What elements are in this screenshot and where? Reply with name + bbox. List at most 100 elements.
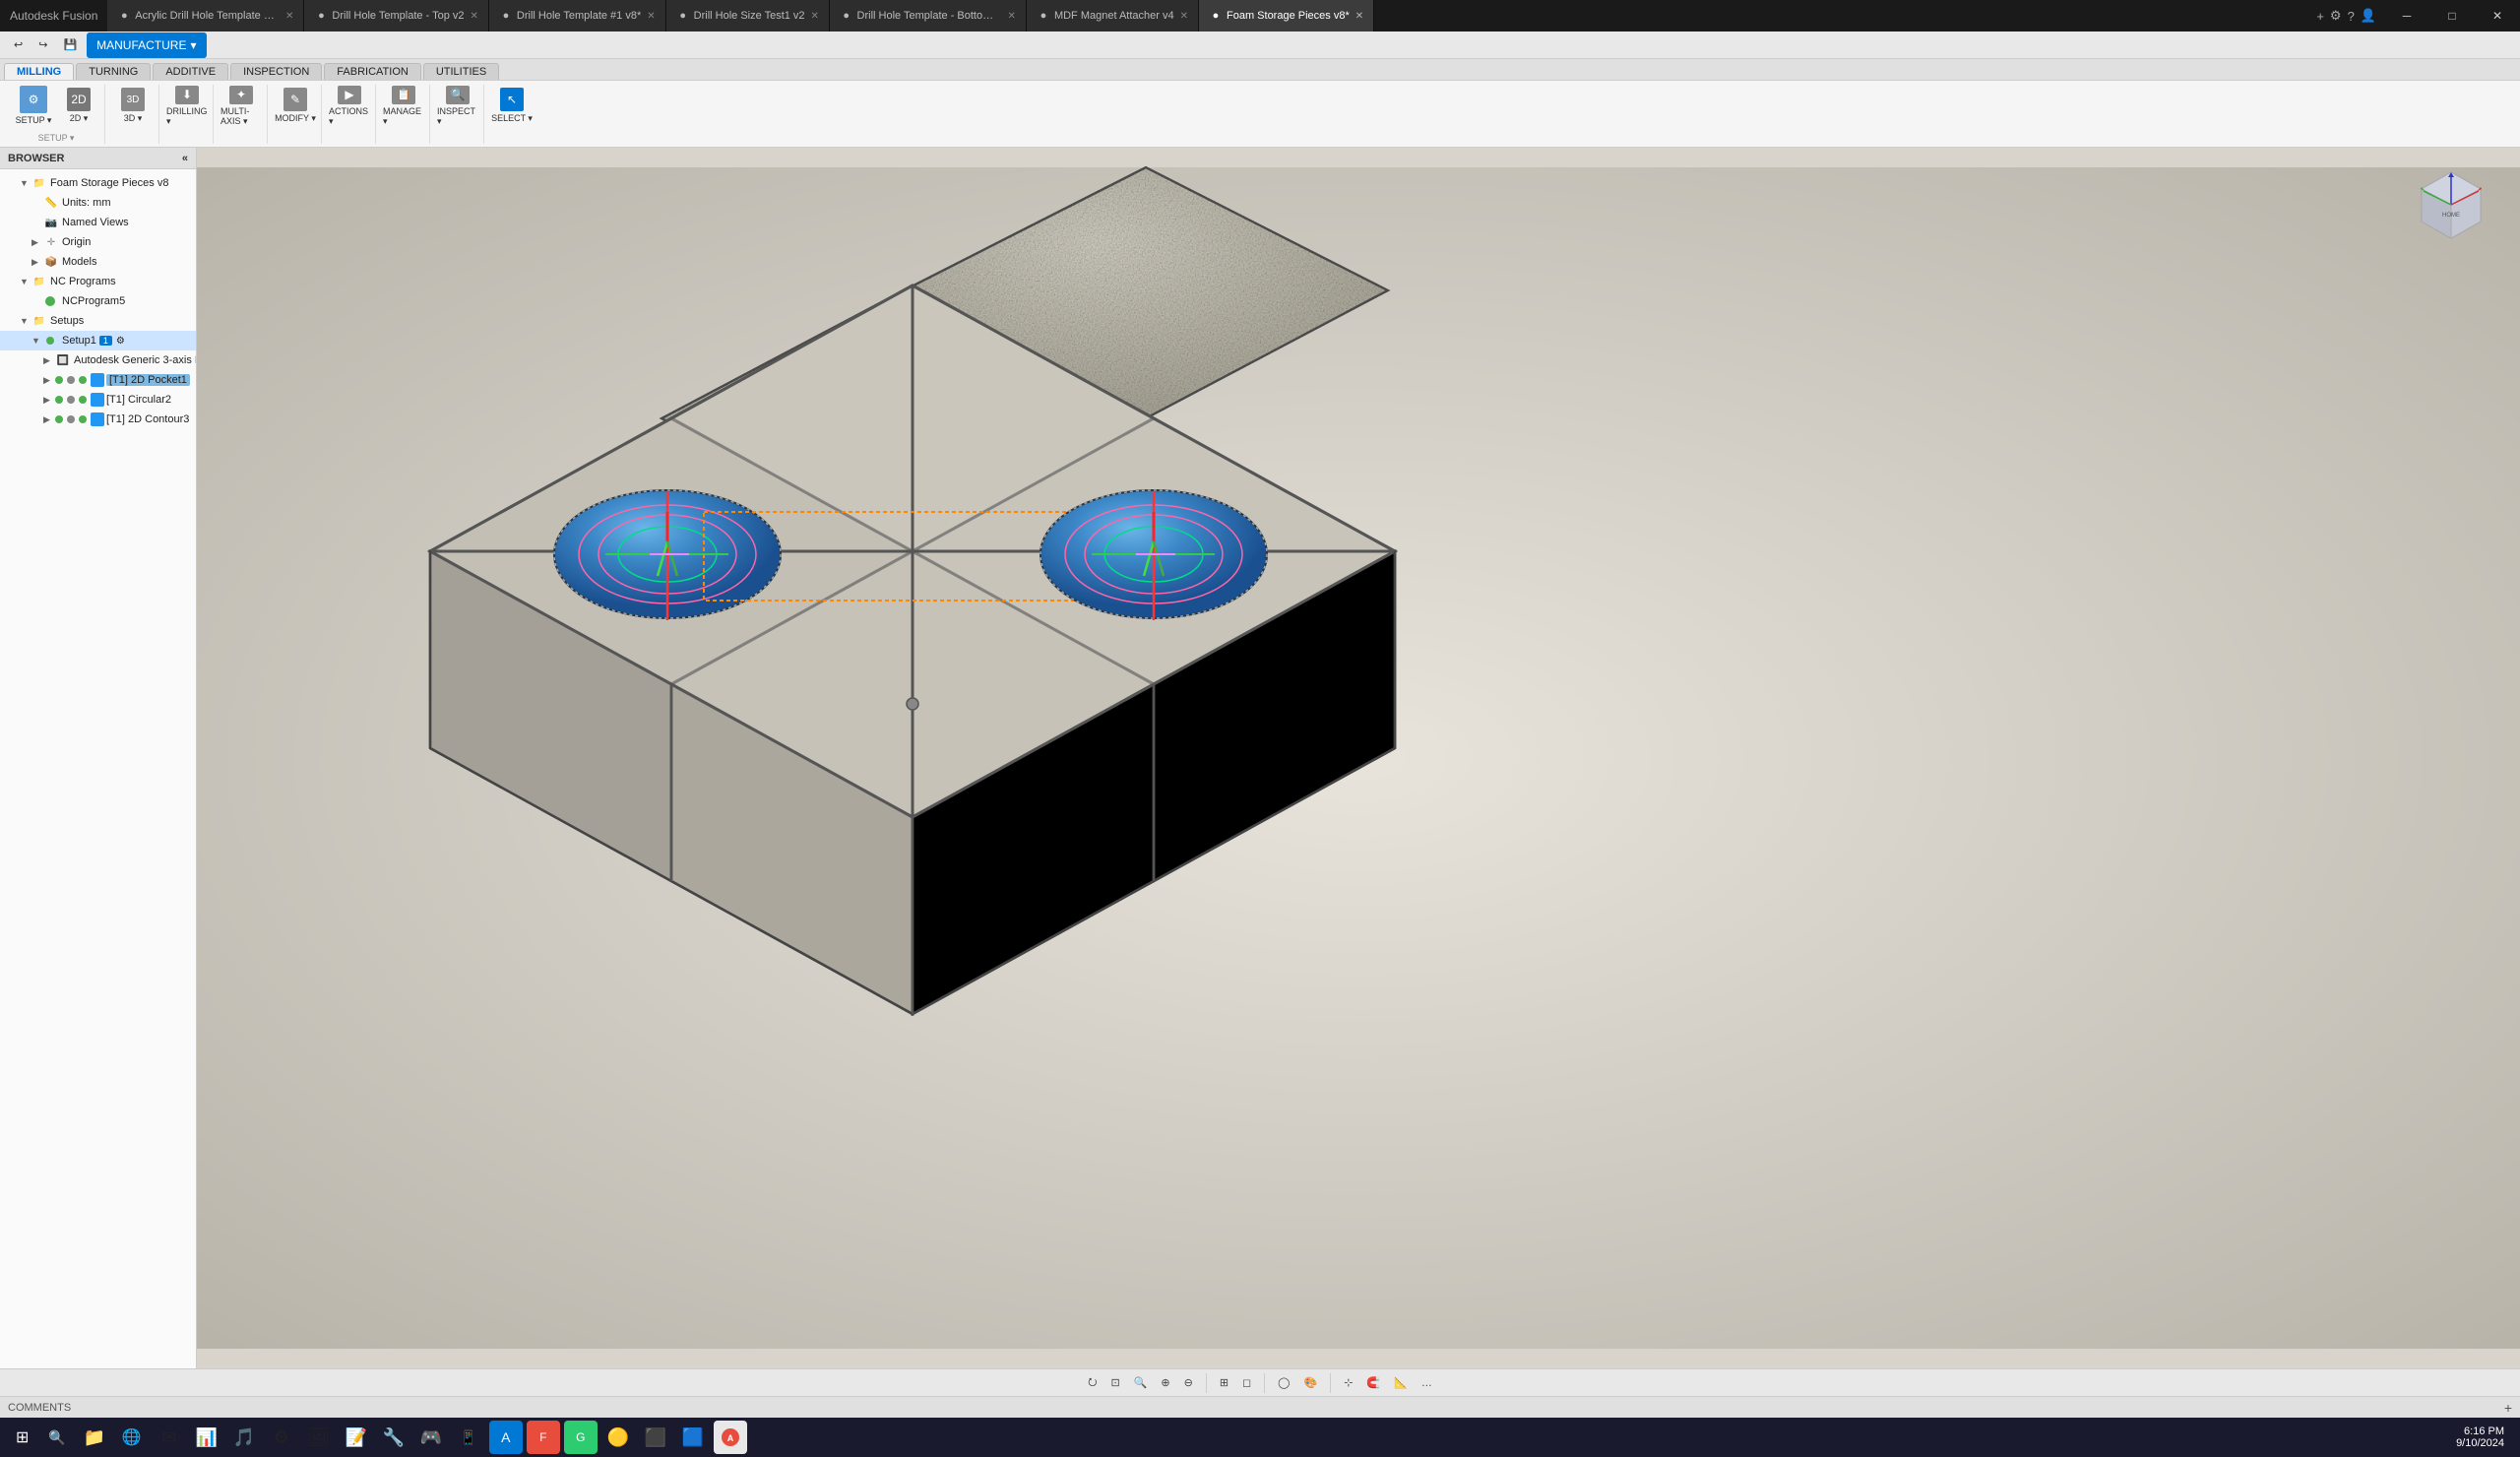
taskbar-photos[interactable]: 🖼 bbox=[302, 1421, 336, 1454]
bottom-toolbar: ⭮ ⊡ 🔍 ⊕ ⊖ ⊞ ◻ ◯ 🎨 ⊹ 🧲 📐 … bbox=[0, 1368, 2520, 1396]
taskbar-app7[interactable]: 🟦 bbox=[676, 1421, 710, 1454]
models-icon: 📦 bbox=[43, 254, 59, 270]
tree-generic-3axis[interactable]: ▶ 🔲 Autodesk Generic 3-axis R... bbox=[0, 350, 196, 370]
taskbar-games[interactable]: 🎮 bbox=[414, 1421, 448, 1454]
shading-button[interactable]: ◻ bbox=[1237, 1372, 1256, 1394]
3d-button[interactable]: 3D 3D ▾ bbox=[111, 85, 155, 128]
manufacture-dropdown[interactable]: MANUFACTURE ▾ bbox=[87, 32, 206, 58]
drilling-button[interactable]: ⬇ DRILLING ▾ bbox=[165, 85, 209, 128]
account-icon[interactable]: 👤 bbox=[2361, 8, 2376, 24]
viewcube[interactable]: HOME bbox=[2412, 167, 2490, 246]
ncprogram-icon bbox=[43, 293, 59, 309]
tab-utilities[interactable]: UTILITIES bbox=[423, 63, 499, 80]
tab-additive[interactable]: ADDITIVE bbox=[153, 63, 228, 80]
2d-button[interactable]: 2D 2D ▾ bbox=[57, 85, 100, 128]
help-icon[interactable]: ? bbox=[2348, 9, 2355, 24]
display-mode-button[interactable]: ⊞ bbox=[1215, 1372, 1233, 1394]
minimize-button[interactable]: ─ bbox=[2384, 0, 2429, 32]
comments-add-icon[interactable]: + bbox=[2504, 1400, 2512, 1416]
tab-fabrication[interactable]: FABRICATION bbox=[324, 63, 421, 80]
grid-button[interactable]: ⊹ bbox=[1339, 1372, 1357, 1394]
more-button[interactable]: … bbox=[1417, 1372, 1437, 1394]
taskbar-app5[interactable]: 🟡 bbox=[601, 1421, 635, 1454]
tree-2dcontour3[interactable]: ▶ [T1] 2D Contour3 bbox=[0, 410, 196, 429]
redo-button[interactable]: ↪ bbox=[32, 34, 53, 56]
search-button[interactable]: 🔍 bbox=[40, 1421, 73, 1454]
select-button[interactable]: ↖ SELECT ▾ bbox=[490, 85, 534, 128]
inspect-button[interactable]: 🔍 INSPECT ▾ bbox=[436, 85, 479, 128]
tree-named-views[interactable]: 📷 Named Views bbox=[0, 213, 196, 232]
taskbar-app1[interactable]: 📱 bbox=[452, 1421, 485, 1454]
measure-button[interactable]: 📐 bbox=[1389, 1372, 1413, 1394]
undo-button[interactable]: ↩ bbox=[8, 34, 29, 56]
browser-panel: BROWSER « ▼ 📁 Foam Storage Pieces v8 📏 U… bbox=[0, 148, 197, 1368]
effects-button[interactable]: 🎨 bbox=[1298, 1372, 1322, 1394]
toolbar-group-setup: ⚙ SETUP ▾ 2D 2D ▾ SETUP ▾ bbox=[8, 85, 105, 144]
tab-milling[interactable]: MILLING bbox=[4, 63, 74, 80]
tab-5[interactable]: ●Drill Hole Template - Bottom v9✕ bbox=[830, 0, 1027, 32]
taskbar-app2[interactable]: A bbox=[489, 1421, 523, 1454]
folder-icon: 📁 bbox=[32, 175, 47, 191]
taskbar-music[interactable]: 🎵 bbox=[227, 1421, 261, 1454]
app-logo: Autodesk Fusion bbox=[0, 9, 107, 23]
tree-origin[interactable]: ▶ ✛ Origin bbox=[0, 232, 196, 252]
settings-icon[interactable]: ⚙ bbox=[2330, 8, 2342, 24]
tree-units[interactable]: 📏 Units: mm bbox=[0, 193, 196, 213]
taskbar-app6[interactable]: ⬛ bbox=[639, 1421, 672, 1454]
taskbar-excel[interactable]: 📊 bbox=[190, 1421, 223, 1454]
save-button[interactable]: 💾 bbox=[57, 34, 83, 56]
browser-collapse-icon[interactable]: « bbox=[182, 153, 188, 164]
tab-7-active[interactable]: ●Foam Storage Pieces v8*✕ bbox=[1199, 0, 1374, 32]
maximize-button[interactable]: □ bbox=[2429, 0, 2475, 32]
tab-1[interactable]: ●Acrylic Drill Hole Template v19✕ bbox=[107, 0, 304, 32]
tree-root[interactable]: ▼ 📁 Foam Storage Pieces v8 bbox=[0, 173, 196, 193]
title-bar: Autodesk Fusion ●Acrylic Drill Hole Temp… bbox=[0, 0, 2520, 32]
scene-3d bbox=[197, 148, 2520, 1368]
orbit-button[interactable]: ⭮ bbox=[1083, 1372, 1102, 1394]
taskbar-tools[interactable]: 🔧 bbox=[377, 1421, 410, 1454]
windows-taskbar: ⊞ 🔍 📁 🌐 ✉ 📊 🎵 ⚙ 🖼 📝 🔧 🎮 📱 A F G 🟡 ⬛ 🟦 A … bbox=[0, 1418, 2520, 1457]
actions-button[interactable]: ▶ ACTIONS ▾ bbox=[328, 85, 371, 128]
tree-setup1[interactable]: ▼ Setup1 1 ⚙ bbox=[0, 331, 196, 350]
tab-4[interactable]: ●Drill Hole Size Test1 v2✕ bbox=[666, 0, 830, 32]
taskbar-app3[interactable]: F bbox=[527, 1421, 560, 1454]
taskbar-edge[interactable]: 🌐 bbox=[115, 1421, 149, 1454]
tree-setups[interactable]: ▼ 📁 Setups bbox=[0, 311, 196, 331]
tab-3[interactable]: ●Drill Hole Template #1 v8*✕ bbox=[489, 0, 666, 32]
add-tab-icon[interactable]: + bbox=[2316, 9, 2324, 24]
named-views-icon: 📷 bbox=[43, 215, 59, 230]
zoom-in-button[interactable]: ⊕ bbox=[1156, 1372, 1174, 1394]
zoom-out-button[interactable]: ⊖ bbox=[1179, 1372, 1198, 1394]
taskbar-app4[interactable]: G bbox=[564, 1421, 598, 1454]
taskbar-settings[interactable]: ⚙ bbox=[265, 1421, 298, 1454]
main-content: BROWSER « ▼ 📁 Foam Storage Pieces v8 📏 U… bbox=[0, 148, 2520, 1368]
manage-button[interactable]: 📋 MANAGE ▾ bbox=[382, 85, 425, 128]
browser-title: BROWSER bbox=[8, 153, 64, 164]
taskbar-fusion[interactable]: A bbox=[714, 1421, 747, 1454]
start-button[interactable]: ⊞ bbox=[8, 1421, 36, 1454]
zoom-button[interactable]: 🔍 bbox=[1129, 1372, 1153, 1394]
perspective-button[interactable]: ◯ bbox=[1273, 1372, 1294, 1394]
tab-turning[interactable]: TURNING bbox=[76, 63, 151, 80]
tab-inspection[interactable]: INSPECTION bbox=[230, 63, 322, 80]
tree-2dpocket1[interactable]: ▶ [T1] 2D Pocket1 bbox=[0, 370, 196, 390]
taskbar-explorer[interactable]: 📁 bbox=[78, 1421, 111, 1454]
tab-6[interactable]: ●MDF Magnet Attacher v4✕ bbox=[1027, 0, 1199, 32]
tabs-container: ●Acrylic Drill Hole Template v19✕ ●Drill… bbox=[107, 0, 2308, 32]
modify-button[interactable]: ✎ MODIFY ▾ bbox=[274, 85, 317, 128]
fit-view-button[interactable]: ⊡ bbox=[1105, 1372, 1124, 1394]
tree-nc-programs[interactable]: ▼ 📁 NC Programs bbox=[0, 272, 196, 291]
toolbar-group-multiaxis: ✦ MULTI-AXIS ▾ bbox=[216, 85, 268, 144]
viewport[interactable]: HOME bbox=[197, 148, 2520, 1368]
setup-button[interactable]: ⚙ SETUP ▾ bbox=[12, 85, 55, 128]
comments-label: COMMENTS bbox=[8, 1402, 71, 1414]
taskbar-notepad[interactable]: 📝 bbox=[340, 1421, 373, 1454]
tree-models[interactable]: ▶ 📦 Models bbox=[0, 252, 196, 272]
tree-ncprogram5[interactable]: NCProgram5 bbox=[0, 291, 196, 311]
tree-circular2[interactable]: ▶ [T1] Circular2 bbox=[0, 390, 196, 410]
snap-button[interactable]: 🧲 bbox=[1361, 1372, 1385, 1394]
close-button[interactable]: ✕ bbox=[2475, 0, 2520, 32]
multiaxis-button[interactable]: ✦ MULTI-AXIS ▾ bbox=[220, 85, 263, 128]
taskbar-mail[interactable]: ✉ bbox=[153, 1421, 186, 1454]
tab-2[interactable]: ●Drill Hole Template - Top v2✕ bbox=[304, 0, 489, 32]
